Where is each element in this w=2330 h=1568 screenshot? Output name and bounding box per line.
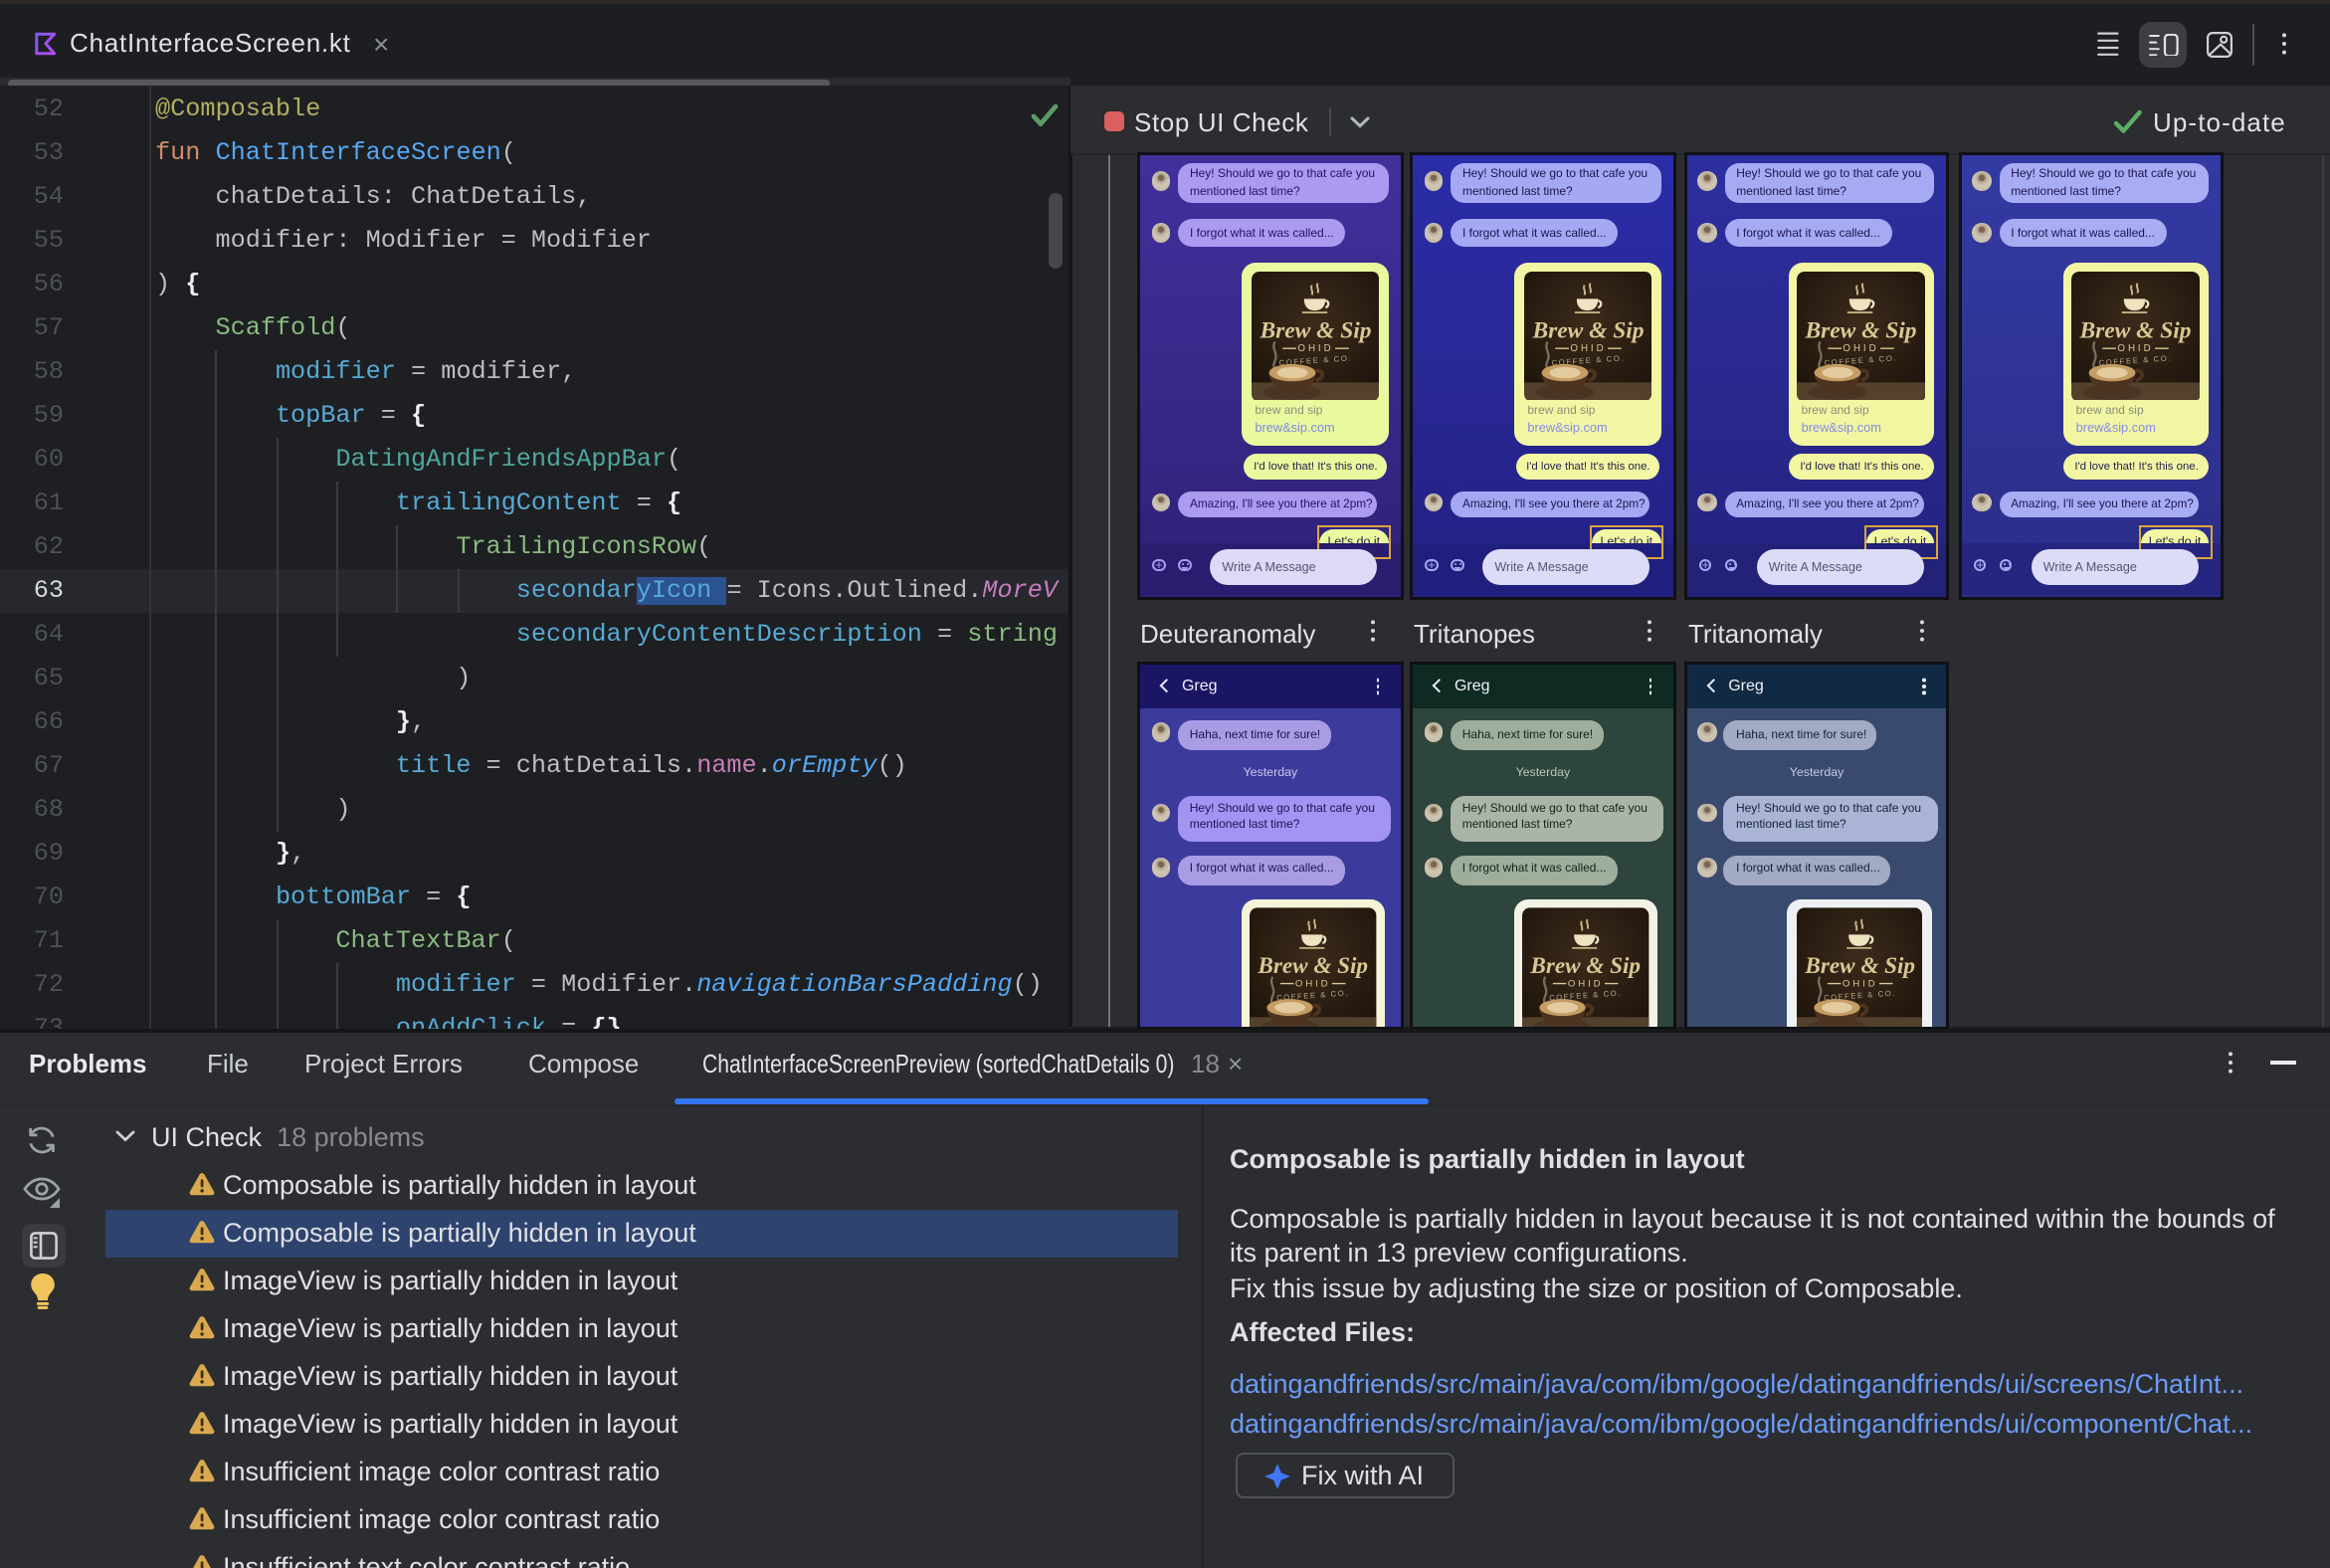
svg-text:Brew & Sip: Brew & Sip: [2079, 318, 2192, 344]
svg-text:Brew & Sip: Brew & Sip: [1805, 318, 1917, 344]
svg-text:OHID: OHID: [1844, 344, 1879, 355]
svg-text:Brew & Sip: Brew & Sip: [1530, 954, 1642, 980]
svg-text:OHID: OHID: [1295, 979, 1331, 990]
svg-text:Brew & Sip: Brew & Sip: [1531, 318, 1644, 344]
svg-text:Brew & Sip: Brew & Sip: [1258, 954, 1369, 980]
svg-text:OHID: OHID: [2118, 344, 2154, 355]
svg-text:OHID: OHID: [1297, 344, 1333, 355]
svg-text:Brew & Sip: Brew & Sip: [1804, 954, 1915, 980]
svg-text:OHID: OHID: [1570, 344, 1606, 355]
svg-text:Brew & Sip: Brew & Sip: [1259, 318, 1371, 344]
svg-text:OHID: OHID: [1568, 979, 1604, 990]
svg-text:OHID: OHID: [1842, 979, 1877, 990]
